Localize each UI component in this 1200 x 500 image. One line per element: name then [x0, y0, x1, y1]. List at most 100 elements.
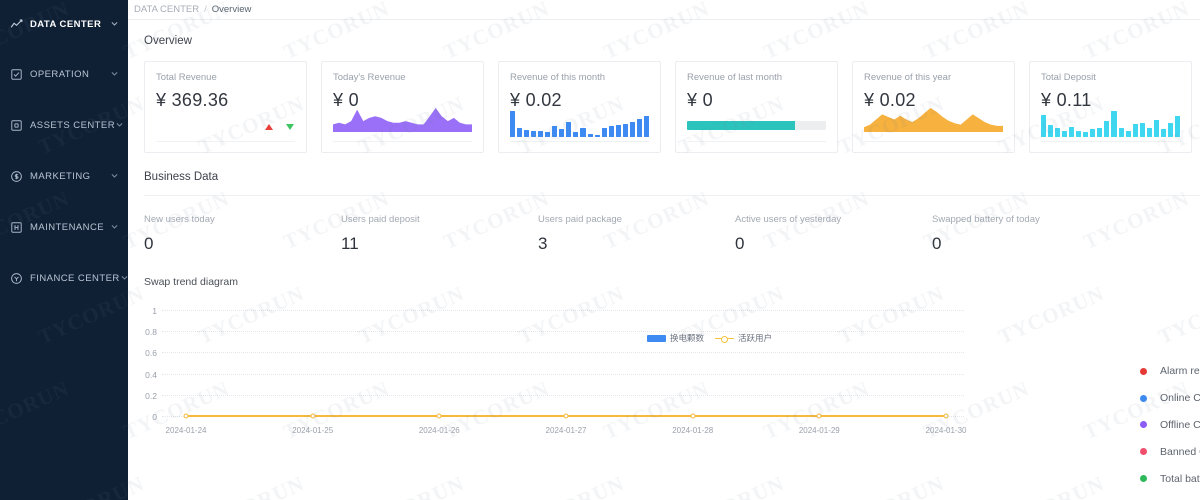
dashboard-page: DATA CENTER OPERATION ASSETS CENTER MARK…	[0, 0, 1200, 500]
y-axis-tick-label: 0.4	[145, 369, 157, 380]
content-scroll-area: Overview Total Revenue ¥ 369.36 Today's …	[128, 20, 1200, 500]
chart-data-point[interactable]	[310, 413, 316, 419]
sparkline-bars	[1041, 111, 1180, 137]
card-revenue-this-month[interactable]: Revenue of this month ¥ 0.02	[498, 61, 661, 153]
x-axis-tick-label: 2024-01-25	[292, 426, 334, 435]
chart-area: 1 0.8 0.6 0.4 0.2 0 2024-01-24 2024-01-25 2024-0…	[128, 302, 1200, 442]
chevron-down-icon[interactable]	[110, 65, 119, 83]
y-axis-tick-label: 1	[152, 306, 157, 316]
chart-data-point[interactable]	[183, 413, 189, 419]
sidebar-item-data-center[interactable]: DATA CENTER	[0, 8, 128, 40]
chevron-down-icon[interactable]	[110, 15, 119, 33]
chart-data-point[interactable]	[690, 413, 696, 419]
breadcrumb-current: Overview	[211, 4, 252, 15]
chart-data-point[interactable]	[436, 413, 442, 419]
card-revenue-this-year[interactable]: Revenue of this year ¥ 0.02	[852, 61, 1015, 153]
sidebar-item-finance-center[interactable]: FINANCE CENTER	[0, 262, 128, 294]
y-axis-tick-label: 0.6	[145, 348, 157, 359]
x-axis-tick-label: 2024-01-29	[798, 426, 840, 435]
chart-plot: 1 0.8 0.6 0.4 0.2 0 2024-01-24 2024-01-25 2024-0…	[144, 302, 967, 442]
card-title: Total Deposit	[1041, 72, 1096, 83]
card-value: ¥ 0.11	[1041, 90, 1092, 110]
page-title: Overview	[144, 35, 192, 47]
card-revenue-last-month[interactable]: Revenue of last month ¥ 0	[675, 61, 838, 153]
grid-tool-icon	[10, 221, 23, 234]
finance-coin-icon	[10, 272, 23, 285]
stat-label: Alarm record	[1160, 365, 1200, 378]
stat-label: Online Cabinet	[1160, 392, 1200, 405]
sidebar-item-maintenance[interactable]: MAINTENANCE	[0, 211, 128, 243]
metric-new-users-today: New users today 0	[144, 214, 341, 254]
card-title: Revenue of this month	[510, 72, 606, 83]
x-axis-tick-label: 2024-01-30	[925, 426, 967, 435]
metric-label: Active users of yesterday	[735, 214, 842, 225]
main-content: DATA CENTER / Overview Overview Total Re…	[128, 0, 1200, 500]
x-axis-tick-label: 2024-01-27	[545, 426, 587, 435]
chevron-down-icon[interactable]	[115, 116, 124, 134]
stat-row-banned-battery[interactable]: Banned battery 0	[1140, 492, 1200, 500]
trend-indicators	[265, 124, 294, 130]
x-axis-tick-label: 2024-01-28	[672, 426, 714, 435]
status-dot	[1140, 448, 1147, 456]
chevron-down-icon[interactable]	[120, 269, 129, 287]
metric-label: Users paid deposit	[341, 214, 420, 225]
status-dot	[1140, 421, 1147, 429]
metric-label: Users paid package	[538, 214, 622, 225]
card-total-deposit[interactable]: Total Deposit ¥ 0.11	[1029, 61, 1192, 153]
sidebar-item-label: MAINTENANCE	[30, 221, 105, 233]
progress-bar	[687, 121, 826, 130]
card-title: Total Revenue	[156, 72, 217, 83]
sidebar-item-marketing[interactable]: MARKETING	[0, 160, 128, 192]
chart-gridline: 1	[152, 306, 964, 316]
metric-value: 0	[932, 234, 942, 253]
breadcrumb-root[interactable]: DATA CENTER	[134, 4, 199, 15]
metric-users-paid-package: Users paid package 3	[538, 214, 735, 254]
sidebar-item-operation[interactable]: OPERATION	[0, 58, 128, 90]
card-todays-revenue[interactable]: Today's Revenue ¥ 0	[321, 61, 484, 153]
chart-gridline: 0.8	[145, 327, 964, 337]
status-dot	[1140, 367, 1147, 375]
stat-row-total-battery[interactable]: Total battery 43	[1140, 465, 1200, 492]
card-divider	[687, 141, 826, 142]
card-divider	[510, 141, 649, 142]
business-data-metrics: New users today 0 Users paid deposit 11 …	[128, 196, 1200, 254]
assets-box-icon	[10, 119, 23, 132]
chart-data-point[interactable]	[563, 413, 569, 419]
stat-row-alarm-record[interactable]: Alarm record 68	[1140, 358, 1200, 385]
stat-row-offline-cabinet[interactable]: Offline Cabinet 13	[1140, 412, 1200, 439]
sidebar-item-label: FINANCE CENTER	[30, 272, 120, 284]
stat-row-online-cabinet[interactable]: Online Cabinet 2	[1140, 385, 1200, 412]
chevron-down-icon[interactable]	[110, 167, 119, 185]
chart-gridline: 0.2	[145, 391, 964, 401]
card-divider	[333, 141, 472, 142]
sidebar-item-assets-center[interactable]: ASSETS CENTER	[0, 109, 128, 141]
card-value: ¥ 0	[687, 90, 713, 110]
card-divider	[864, 141, 1003, 142]
y-axis-tick-label: 0	[152, 412, 157, 422]
sparkline-bars	[510, 111, 649, 137]
business-data-title: Business Data	[144, 171, 219, 183]
metric-value: 3	[538, 234, 548, 253]
sidebar-item-label: OPERATION	[30, 68, 90, 80]
dollar-circle-icon	[10, 170, 23, 183]
card-title: Revenue of last month	[687, 72, 783, 83]
card-total-revenue[interactable]: Total Revenue ¥ 369.36	[144, 61, 307, 153]
metric-label: New users today	[144, 214, 215, 225]
y-axis-tick-label: 0.8	[145, 327, 157, 338]
card-value: ¥ 0.02	[510, 90, 562, 110]
x-axis-tick-label: 2024-01-24	[165, 426, 207, 435]
overview-cards: Total Revenue ¥ 369.36 Today's Revenue ¥…	[128, 49, 1200, 153]
stat-row-banned-cabinet[interactable]: Banned Cabinet 0	[1140, 438, 1200, 465]
chevron-down-icon[interactable]	[110, 218, 119, 236]
trend-up-icon	[265, 124, 273, 130]
breadcrumb: DATA CENTER / Overview	[128, 0, 1200, 20]
metric-value: 0	[735, 234, 745, 253]
card-divider	[1041, 141, 1180, 142]
chart-data-point[interactable]	[816, 413, 822, 419]
progress-fill	[687, 121, 796, 130]
sparkline-area	[333, 106, 472, 132]
sidebar-item-label: ASSETS CENTER	[30, 119, 116, 131]
status-dot	[1140, 475, 1147, 483]
chart-data-point[interactable]	[943, 413, 949, 419]
sparkline-area	[864, 106, 1003, 132]
